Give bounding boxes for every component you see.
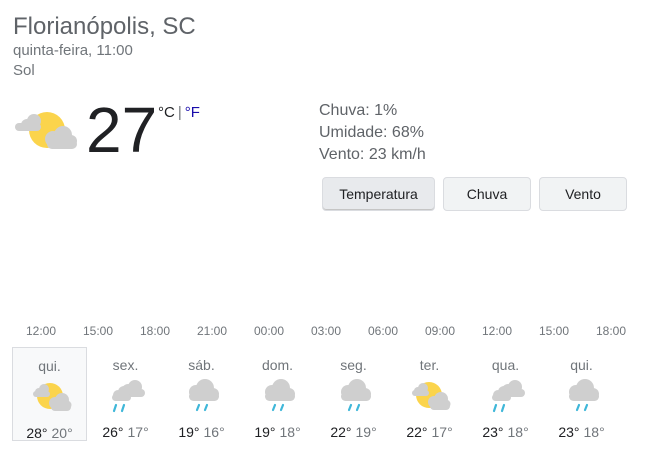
day-name: dom. bbox=[261, 357, 294, 373]
current-temperature: 27 bbox=[86, 94, 158, 166]
day-name: sex. bbox=[112, 357, 139, 373]
high-temp: 23° bbox=[558, 424, 580, 440]
low-temp: 16° bbox=[203, 424, 225, 440]
hour-label: 18:00 bbox=[139, 324, 171, 338]
high-temp: 28° bbox=[26, 425, 48, 441]
rain-chance: Chuva: 1% bbox=[319, 102, 398, 119]
cloud-rain-icon bbox=[183, 377, 223, 417]
hour-label: 15:00 bbox=[82, 324, 114, 338]
cloud-rain-icon bbox=[563, 377, 603, 417]
day-name: seg. bbox=[340, 357, 367, 373]
hour-label: 09:00 bbox=[424, 324, 456, 338]
sun-cloud-icon bbox=[32, 378, 72, 418]
low-temp: 18° bbox=[583, 424, 605, 440]
hour-label: 06:00 bbox=[367, 324, 399, 338]
hour-label: 18:00 bbox=[595, 324, 627, 338]
forecast-day[interactable]: sáb. 19° 16° bbox=[164, 347, 239, 441]
forecast-day[interactable]: qui. 23° 18° bbox=[544, 347, 619, 441]
high-temp: 22° bbox=[406, 424, 428, 440]
high-temp: 23° bbox=[482, 424, 504, 440]
low-temp: 17° bbox=[431, 424, 453, 440]
tab-wind[interactable]: Vento bbox=[539, 177, 627, 211]
unit-switcher: °C | °F bbox=[158, 104, 200, 121]
hour-label: 12:00 bbox=[481, 324, 513, 338]
day-name: ter. bbox=[419, 357, 440, 373]
forecast-day[interactable]: seg. 22° 19° bbox=[316, 347, 391, 441]
condition: Sol bbox=[13, 62, 35, 79]
cloud-rain-icon bbox=[335, 377, 375, 417]
high-temp: 22° bbox=[330, 424, 352, 440]
cloud-rain-partly-icon bbox=[487, 377, 527, 417]
hour-label: 21:00 bbox=[196, 324, 228, 338]
cloud-rain-icon bbox=[259, 377, 299, 417]
hour-label: 00:00 bbox=[253, 324, 285, 338]
day-name: qui. bbox=[570, 357, 593, 373]
low-temp: 18° bbox=[279, 424, 301, 440]
unit-celsius[interactable]: °C bbox=[158, 104, 175, 121]
hour-label: 15:00 bbox=[538, 324, 570, 338]
low-temp: 19° bbox=[355, 424, 377, 440]
wind-speed: Vento: 23 km/h bbox=[319, 146, 426, 163]
day-name: sáb. bbox=[188, 357, 215, 373]
unit-separator: | bbox=[177, 104, 182, 121]
day-name: qua. bbox=[491, 357, 520, 373]
sun-cloud-icon bbox=[13, 108, 79, 158]
unit-fahrenheit[interactable]: °F bbox=[185, 104, 200, 121]
forecast-day[interactable]: qui. 28° 20° bbox=[12, 347, 87, 441]
day-name: qui. bbox=[38, 358, 61, 374]
forecast-day[interactable]: ter. 22° 17° bbox=[392, 347, 467, 441]
high-temp: 19° bbox=[254, 424, 276, 440]
forecast-day[interactable]: dom. 19° 18° bbox=[240, 347, 315, 441]
datetime: quinta-feira, 11:00 bbox=[13, 42, 133, 59]
high-temp: 19° bbox=[178, 424, 200, 440]
hour-label: 03:00 bbox=[310, 324, 342, 338]
low-temp: 18° bbox=[507, 424, 529, 440]
hour-label: 12:00 bbox=[25, 324, 57, 338]
low-temp: 17° bbox=[127, 424, 149, 440]
tab-temperature[interactable]: Temperatura bbox=[322, 177, 435, 211]
sun-cloud-icon bbox=[411, 377, 451, 417]
tab-rain[interactable]: Chuva bbox=[443, 177, 531, 211]
location-title: Florianópolis, SC bbox=[13, 13, 196, 40]
high-temp: 26° bbox=[102, 424, 124, 440]
cloud-rain-partly-icon bbox=[107, 377, 147, 417]
low-temp: 20° bbox=[51, 425, 73, 441]
humidity: Umidade: 68% bbox=[319, 124, 424, 141]
forecast-day[interactable]: sex. 26° 17° bbox=[88, 347, 163, 441]
forecast-day[interactable]: qua. 23° 18° bbox=[468, 347, 543, 441]
